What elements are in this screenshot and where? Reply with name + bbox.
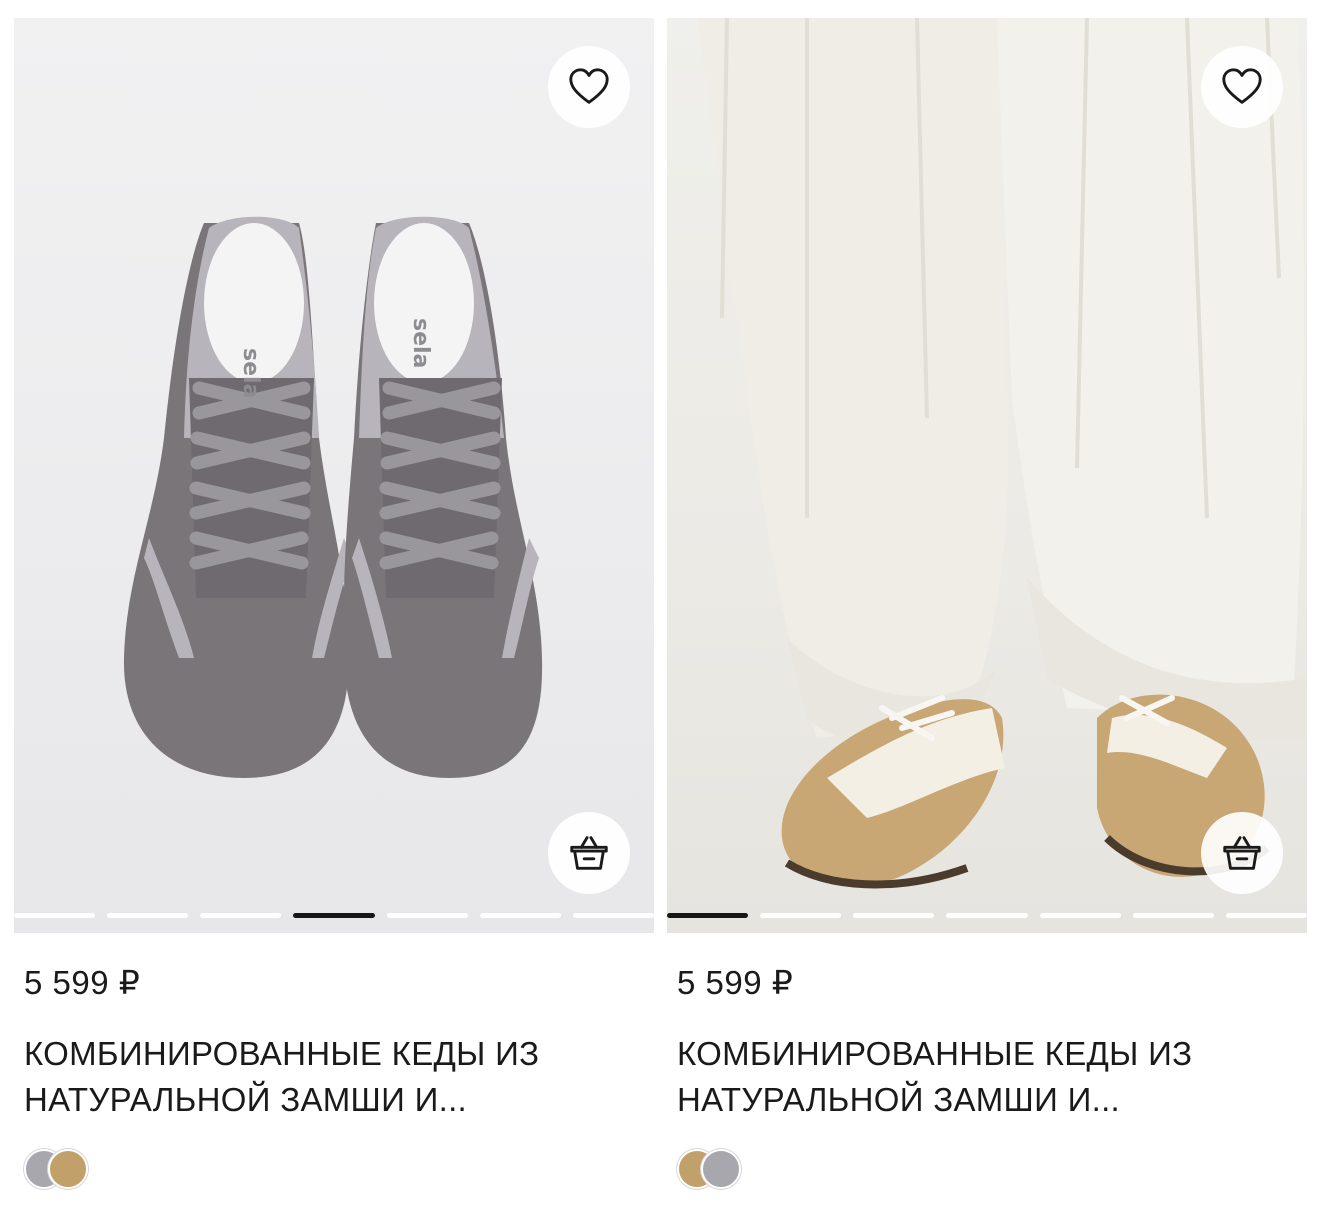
product-title-line: КОМБИНИРОВАННЫЕ КЕДЫ ИЗ <box>677 1035 1193 1072</box>
product-title-line: НАТУРАЛЬНОЙ ЗАМШИ И... <box>24 1081 468 1118</box>
svg-text:sela: sela <box>238 348 263 398</box>
carousel-dot-active[interactable] <box>667 913 749 918</box>
carousel-dot[interactable] <box>760 913 842 918</box>
color-swatch-grey[interactable] <box>701 1149 741 1189</box>
add-to-cart-button[interactable] <box>1201 812 1283 894</box>
carousel-dot[interactable] <box>14 913 96 918</box>
basket-icon <box>1223 836 1261 870</box>
product-image-carousel[interactable]: sela sela <box>14 18 654 933</box>
product-title[interactable]: КОМБИНИРОВАННЫЕ КЕДЫ ИЗ НАТУРАЛЬНОЙ ЗАМШ… <box>677 1031 1277 1123</box>
product-title[interactable]: КОМБИНИРОВАННЫЕ КЕДЫ ИЗ НАТУРАЛЬНОЙ ЗАМШ… <box>24 1031 624 1123</box>
carousel-dot[interactable] <box>1039 913 1121 918</box>
basket-icon <box>570 836 608 870</box>
carousel-indicators <box>667 913 1307 919</box>
product-title-line: НАТУРАЛЬНОЙ ЗАМШИ И... <box>677 1081 1121 1118</box>
product-card[interactable]: sela sela 5 599 ₽ КОМБИНИРОВАННЫЕ КЕДЫ И… <box>14 18 654 1193</box>
carousel-dot[interactable] <box>1132 913 1214 918</box>
svg-text:sela: sela <box>408 318 433 368</box>
product-price: 5 599 ₽ <box>677 964 794 1001</box>
heart-icon <box>1222 68 1262 104</box>
heart-icon <box>569 68 609 104</box>
carousel-dot[interactable] <box>1225 913 1307 918</box>
add-to-cart-button[interactable] <box>548 812 630 894</box>
carousel-dot[interactable] <box>572 913 654 918</box>
favorite-button[interactable] <box>548 46 630 128</box>
product-image-carousel[interactable] <box>667 18 1307 933</box>
carousel-dot[interactable] <box>946 913 1028 918</box>
product-title-line: КОМБИНИРОВАННЫЕ КЕДЫ ИЗ <box>24 1035 540 1072</box>
product-price: 5 599 ₽ <box>24 964 141 1001</box>
color-swatches <box>677 1149 1297 1193</box>
carousel-dot[interactable] <box>107 913 189 918</box>
favorite-button[interactable] <box>1201 46 1283 128</box>
carousel-dot[interactable] <box>200 913 282 918</box>
product-card[interactable]: 5 599 ₽ КОМБИНИРОВАННЫЕ КЕДЫ ИЗ НАТУРАЛЬ… <box>667 18 1307 1193</box>
color-swatches <box>24 1149 644 1193</box>
color-swatch-beige[interactable] <box>48 1149 88 1189</box>
carousel-dot[interactable] <box>479 913 561 918</box>
carousel-dot[interactable] <box>853 913 935 918</box>
product-photo-grey-sneakers: sela sela <box>123 216 543 778</box>
product-photo-model-wearing-beige-sneakers <box>697 18 1307 889</box>
carousel-indicators <box>14 913 654 919</box>
carousel-dot[interactable] <box>386 913 468 918</box>
carousel-dot-active[interactable] <box>293 913 375 918</box>
